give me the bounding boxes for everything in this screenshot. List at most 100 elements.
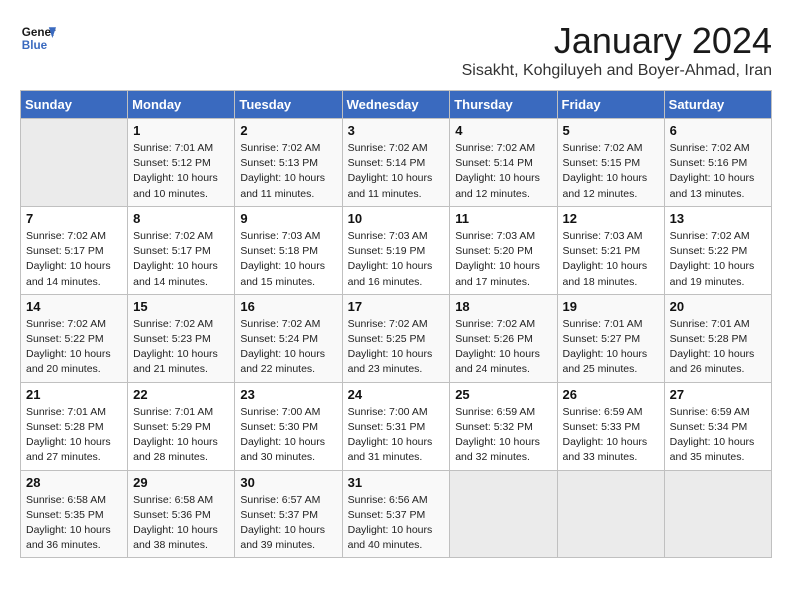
day-info: Sunrise: 7:02 AMSunset: 5:22 PMDaylight:… <box>26 317 122 378</box>
calendar-cell <box>664 470 771 558</box>
day-info: Sunrise: 7:02 AMSunset: 5:16 PMDaylight:… <box>670 141 766 202</box>
day-number: 25 <box>455 387 551 402</box>
day-info: Sunrise: 7:03 AMSunset: 5:19 PMDaylight:… <box>348 229 445 290</box>
day-info: Sunrise: 7:02 AMSunset: 5:22 PMDaylight:… <box>670 229 766 290</box>
calendar-cell: 19 Sunrise: 7:01 AMSunset: 5:27 PMDaylig… <box>557 294 664 382</box>
calendar-cell: 26 Sunrise: 6:59 AMSunset: 5:33 PMDaylig… <box>557 382 664 470</box>
day-info: Sunrise: 7:02 AMSunset: 5:13 PMDaylight:… <box>240 141 336 202</box>
header: General Blue January 2024 Sisakht, Kohgi… <box>20 20 772 80</box>
calendar-cell: 18 Sunrise: 7:02 AMSunset: 5:26 PMDaylig… <box>450 294 557 382</box>
calendar-cell: 7 Sunrise: 7:02 AMSunset: 5:17 PMDayligh… <box>21 206 128 294</box>
day-info: Sunrise: 7:02 AMSunset: 5:26 PMDaylight:… <box>455 317 551 378</box>
day-info: Sunrise: 7:02 AMSunset: 5:17 PMDaylight:… <box>26 229 122 290</box>
day-info: Sunrise: 7:00 AMSunset: 5:31 PMDaylight:… <box>348 405 445 466</box>
calendar-week-row: 14 Sunrise: 7:02 AMSunset: 5:22 PMDaylig… <box>21 294 772 382</box>
day-number: 22 <box>133 387 229 402</box>
day-number: 23 <box>240 387 336 402</box>
day-info: Sunrise: 7:01 AMSunset: 5:28 PMDaylight:… <box>670 317 766 378</box>
calendar-cell: 21 Sunrise: 7:01 AMSunset: 5:28 PMDaylig… <box>21 382 128 470</box>
weekday-header: Sunday <box>21 91 128 119</box>
day-number: 4 <box>455 123 551 138</box>
day-info: Sunrise: 7:02 AMSunset: 5:23 PMDaylight:… <box>133 317 229 378</box>
day-number: 1 <box>133 123 229 138</box>
calendar-cell: 10 Sunrise: 7:03 AMSunset: 5:19 PMDaylig… <box>342 206 450 294</box>
day-info: Sunrise: 6:59 AMSunset: 5:32 PMDaylight:… <box>455 405 551 466</box>
calendar-subtitle: Sisakht, Kohgiluyeh and Boyer-Ahmad, Ira… <box>462 62 772 80</box>
day-info: Sunrise: 6:56 AMSunset: 5:37 PMDaylight:… <box>348 493 445 554</box>
calendar-cell: 30 Sunrise: 6:57 AMSunset: 5:37 PMDaylig… <box>235 470 342 558</box>
calendar-cell: 16 Sunrise: 7:02 AMSunset: 5:24 PMDaylig… <box>235 294 342 382</box>
calendar-cell: 15 Sunrise: 7:02 AMSunset: 5:23 PMDaylig… <box>128 294 235 382</box>
day-number: 20 <box>670 299 766 314</box>
day-number: 18 <box>455 299 551 314</box>
day-info: Sunrise: 7:03 AMSunset: 5:20 PMDaylight:… <box>455 229 551 290</box>
day-number: 5 <box>563 123 659 138</box>
calendar-cell: 6 Sunrise: 7:02 AMSunset: 5:16 PMDayligh… <box>664 119 771 207</box>
day-number: 3 <box>348 123 445 138</box>
weekday-header: Wednesday <box>342 91 450 119</box>
day-number: 27 <box>670 387 766 402</box>
calendar-cell: 1 Sunrise: 7:01 AMSunset: 5:12 PMDayligh… <box>128 119 235 207</box>
calendar-cell: 9 Sunrise: 7:03 AMSunset: 5:18 PMDayligh… <box>235 206 342 294</box>
day-info: Sunrise: 7:02 AMSunset: 5:24 PMDaylight:… <box>240 317 336 378</box>
calendar-cell: 14 Sunrise: 7:02 AMSunset: 5:22 PMDaylig… <box>21 294 128 382</box>
day-info: Sunrise: 7:02 AMSunset: 5:17 PMDaylight:… <box>133 229 229 290</box>
day-number: 26 <box>563 387 659 402</box>
day-info: Sunrise: 7:02 AMSunset: 5:15 PMDaylight:… <box>563 141 659 202</box>
day-number: 28 <box>26 475 122 490</box>
calendar-table: SundayMondayTuesdayWednesdayThursdayFrid… <box>20 90 772 558</box>
day-number: 15 <box>133 299 229 314</box>
day-info: Sunrise: 7:01 AMSunset: 5:28 PMDaylight:… <box>26 405 122 466</box>
calendar-cell <box>21 119 128 207</box>
day-number: 19 <box>563 299 659 314</box>
day-info: Sunrise: 7:01 AMSunset: 5:29 PMDaylight:… <box>133 405 229 466</box>
day-number: 10 <box>348 211 445 226</box>
day-info: Sunrise: 6:58 AMSunset: 5:36 PMDaylight:… <box>133 493 229 554</box>
calendar-cell: 3 Sunrise: 7:02 AMSunset: 5:14 PMDayligh… <box>342 119 450 207</box>
day-number: 17 <box>348 299 445 314</box>
day-info: Sunrise: 7:01 AMSunset: 5:27 PMDaylight:… <box>563 317 659 378</box>
calendar-cell: 20 Sunrise: 7:01 AMSunset: 5:28 PMDaylig… <box>664 294 771 382</box>
weekday-header: Monday <box>128 91 235 119</box>
calendar-cell: 4 Sunrise: 7:02 AMSunset: 5:14 PMDayligh… <box>450 119 557 207</box>
day-info: Sunrise: 6:59 AMSunset: 5:34 PMDaylight:… <box>670 405 766 466</box>
calendar-cell: 25 Sunrise: 6:59 AMSunset: 5:32 PMDaylig… <box>450 382 557 470</box>
calendar-cell: 8 Sunrise: 7:02 AMSunset: 5:17 PMDayligh… <box>128 206 235 294</box>
calendar-cell <box>450 470 557 558</box>
day-info: Sunrise: 6:59 AMSunset: 5:33 PMDaylight:… <box>563 405 659 466</box>
day-info: Sunrise: 7:03 AMSunset: 5:18 PMDaylight:… <box>240 229 336 290</box>
calendar-cell: 24 Sunrise: 7:00 AMSunset: 5:31 PMDaylig… <box>342 382 450 470</box>
logo: General Blue <box>20 20 56 56</box>
day-number: 6 <box>670 123 766 138</box>
calendar-cell: 23 Sunrise: 7:00 AMSunset: 5:30 PMDaylig… <box>235 382 342 470</box>
day-number: 24 <box>348 387 445 402</box>
calendar-cell: 2 Sunrise: 7:02 AMSunset: 5:13 PMDayligh… <box>235 119 342 207</box>
calendar-cell: 22 Sunrise: 7:01 AMSunset: 5:29 PMDaylig… <box>128 382 235 470</box>
weekday-header: Tuesday <box>235 91 342 119</box>
calendar-cell: 11 Sunrise: 7:03 AMSunset: 5:20 PMDaylig… <box>450 206 557 294</box>
day-number: 30 <box>240 475 336 490</box>
calendar-cell: 12 Sunrise: 7:03 AMSunset: 5:21 PMDaylig… <box>557 206 664 294</box>
day-info: Sunrise: 7:03 AMSunset: 5:21 PMDaylight:… <box>563 229 659 290</box>
weekday-header-row: SundayMondayTuesdayWednesdayThursdayFrid… <box>21 91 772 119</box>
calendar-week-row: 7 Sunrise: 7:02 AMSunset: 5:17 PMDayligh… <box>21 206 772 294</box>
day-number: 12 <box>563 211 659 226</box>
calendar-cell <box>557 470 664 558</box>
day-number: 8 <box>133 211 229 226</box>
calendar-cell: 13 Sunrise: 7:02 AMSunset: 5:22 PMDaylig… <box>664 206 771 294</box>
calendar-cell: 5 Sunrise: 7:02 AMSunset: 5:15 PMDayligh… <box>557 119 664 207</box>
day-number: 29 <box>133 475 229 490</box>
day-number: 21 <box>26 387 122 402</box>
day-info: Sunrise: 7:02 AMSunset: 5:14 PMDaylight:… <box>348 141 445 202</box>
calendar-week-row: 1 Sunrise: 7:01 AMSunset: 5:12 PMDayligh… <box>21 119 772 207</box>
day-number: 9 <box>240 211 336 226</box>
day-info: Sunrise: 6:57 AMSunset: 5:37 PMDaylight:… <box>240 493 336 554</box>
calendar-cell: 28 Sunrise: 6:58 AMSunset: 5:35 PMDaylig… <box>21 470 128 558</box>
calendar-cell: 17 Sunrise: 7:02 AMSunset: 5:25 PMDaylig… <box>342 294 450 382</box>
title-section: January 2024 Sisakht, Kohgiluyeh and Boy… <box>462 20 772 80</box>
calendar-week-row: 28 Sunrise: 6:58 AMSunset: 5:35 PMDaylig… <box>21 470 772 558</box>
weekday-header: Saturday <box>664 91 771 119</box>
day-info: Sunrise: 6:58 AMSunset: 5:35 PMDaylight:… <box>26 493 122 554</box>
day-number: 11 <box>455 211 551 226</box>
day-info: Sunrise: 7:00 AMSunset: 5:30 PMDaylight:… <box>240 405 336 466</box>
